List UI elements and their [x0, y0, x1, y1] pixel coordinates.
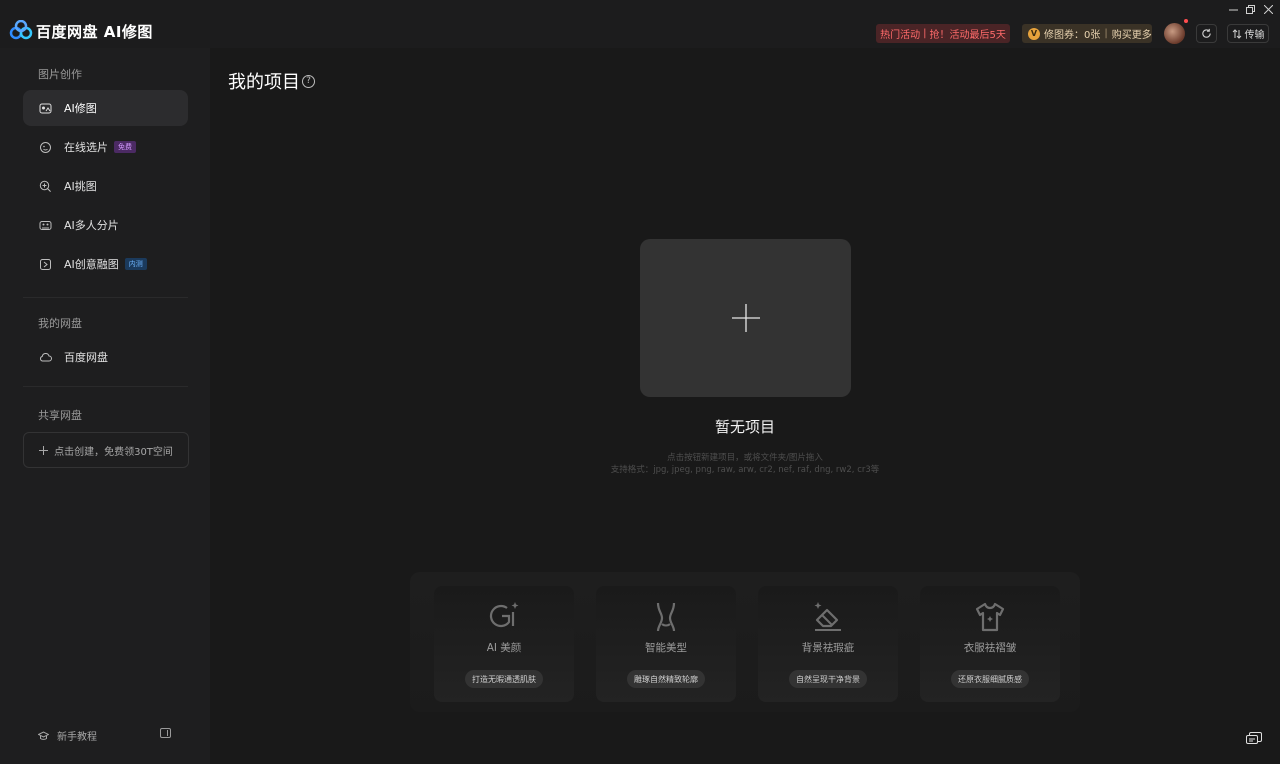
graduation-cap-icon [38, 730, 49, 740]
vip-coupon-bar[interactable]: V 修图券：0张 | 购买更多 [1022, 24, 1152, 43]
sidebar-item-label: AI挑图 [64, 180, 97, 193]
feature-chip: 还原衣服细腻质感 [951, 670, 1029, 688]
divider [23, 386, 188, 387]
sidebar-item-label: AI修图 [64, 102, 97, 115]
sidebar-item-ai-pick[interactable]: AI挑图 [23, 168, 188, 204]
beta-tag-badge: 内测 [124, 258, 147, 270]
tshirt-icon [973, 600, 1007, 634]
promo-banner[interactable]: 热门活动 | 抢！活动最后5天 [876, 24, 1010, 43]
app-title: 百度网盘 AI修图 [36, 23, 153, 41]
feature-chip: 打造无暇通透肌肤 [465, 670, 543, 688]
create-shared-label: 点击创建，免费领30T空间 [54, 446, 173, 458]
collapse-sidebar-icon[interactable] [160, 728, 171, 738]
vip-sep: | [1104, 28, 1108, 39]
feature-chip: 自然呈现干净背景 [789, 670, 867, 688]
restore-button[interactable] [1243, 3, 1257, 15]
refresh-icon [1202, 28, 1211, 38]
minimize-button[interactable] [1226, 3, 1240, 15]
free-tag-badge: 免费 [114, 141, 136, 153]
sidebar-item-label: 百度网盘 [64, 351, 108, 364]
help-icon[interactable]: ? [302, 74, 315, 88]
promo-sep: | [923, 28, 927, 39]
plus-icon [731, 304, 760, 332]
transfer-label: 传输 [1244, 30, 1265, 41]
multi-person-icon [38, 218, 52, 232]
avatar[interactable] [1164, 23, 1185, 44]
restore-icon [1245, 4, 1255, 14]
page-title: 我的项目 ? [228, 68, 315, 94]
baidu-netdisk-logo-icon [9, 20, 33, 40]
top-bar: 百度网盘 AI修图 热门活动 | 抢！活动最后5天 V 修图券：0张 | 购买更… [0, 0, 1280, 48]
select-photo-icon [38, 140, 52, 154]
sidebar-item-baidu-netdisk[interactable]: 百度网盘 [23, 339, 188, 375]
section-title-shared: 共享网盘 [38, 409, 82, 422]
eraser-icon [811, 600, 845, 634]
close-button[interactable] [1261, 3, 1275, 15]
sync-button[interactable] [1196, 24, 1217, 43]
cloud-icon [38, 350, 52, 364]
sidebar-item-ai-retouch[interactable]: AI修图 [23, 90, 188, 126]
ai-beauty-icon [487, 600, 521, 634]
feature-name: AI 美颜 [486, 642, 522, 654]
new-project-button[interactable] [640, 239, 851, 397]
supported-formats: 支持格式：jpg, jpeg, png, raw, arw, cr2, nef,… [610, 465, 880, 475]
feature-card-ai-beauty[interactable]: AI 美颜 打造无暇通透肌肤 [434, 586, 574, 702]
zoom-pick-icon [38, 179, 52, 193]
chat-feedback-icon [1246, 732, 1262, 744]
promo-text: 抢！活动最后5天 [929, 30, 1006, 41]
feature-card-clothes-wrinkle[interactable]: 衣服祛褶皱 还原衣服细腻质感 [920, 586, 1060, 702]
sidebar-item-online-select[interactable]: 在线选片 免费 [23, 129, 188, 165]
sidebar-item-ai-creative-fusion[interactable]: AI创意融图 内测 [23, 246, 188, 282]
section-title-create: 图片创作 [38, 68, 82, 81]
section-title-my-disk: 我的网盘 [38, 317, 82, 330]
feature-name: 背景祛瑕疵 [801, 642, 855, 654]
feature-name: 衣服祛褶皱 [963, 642, 1017, 654]
body-shape-icon [649, 600, 683, 634]
empty-state-hint: 点击按钮新建项目，或将文件夹/图片拖入 [667, 453, 823, 463]
transfer-icon [1232, 28, 1241, 39]
feature-card-background-cleanup[interactable]: 背景祛瑕疵 自然呈现干净背景 [758, 586, 898, 702]
tutorial-label: 新手教程 [57, 732, 97, 743]
create-shared-disk-button[interactable]: 点击创建，免费领30T空间 [23, 432, 189, 468]
vip-buy-more[interactable]: 购买更多 [1112, 26, 1152, 41]
sidebar-item-label: AI多人分片 [64, 219, 119, 232]
page-title-text: 我的项目 [228, 72, 300, 93]
vip-badge-icon: V [1028, 27, 1040, 40]
plus-icon [39, 445, 49, 455]
feature-chip: 雕琢自然精致轮廓 [627, 670, 705, 688]
notification-dot [1184, 19, 1188, 23]
feedback-button[interactable] [1241, 728, 1267, 750]
sidebar-item-label: 在线选片 [64, 141, 108, 154]
feature-name: 智能美型 [645, 642, 687, 654]
divider [23, 297, 188, 298]
empty-state-title: 暂无项目 [714, 418, 775, 436]
tutorial-link[interactable]: 新手教程 [38, 728, 97, 743]
sidebar-item-label: AI创意融图 [64, 258, 119, 271]
creative-fusion-icon [38, 257, 52, 271]
minimize-icon [1228, 9, 1238, 10]
feature-card-body-shape[interactable]: 智能美型 雕琢自然精致轮廓 [596, 586, 736, 702]
promo-label: 热门活动 [880, 30, 921, 41]
vip-coupon-count: 修图券：0张 [1044, 30, 1101, 41]
feature-showcase: AI 美颜 打造无暇通透肌肤 智能美型 雕琢自然精致轮廓 背景祛瑕疵 自然呈现干… [410, 572, 1080, 712]
close-icon [1263, 4, 1273, 14]
sidebar: 图片创作 AI修图 在线选片 免费 AI挑图 AI多人分片 AI创意融图 内测 … [0, 48, 210, 764]
ai-retouch-icon [38, 101, 52, 115]
sidebar-item-ai-multi-person[interactable]: AI多人分片 [23, 207, 188, 243]
transfer-button[interactable]: 传输 [1227, 24, 1269, 43]
